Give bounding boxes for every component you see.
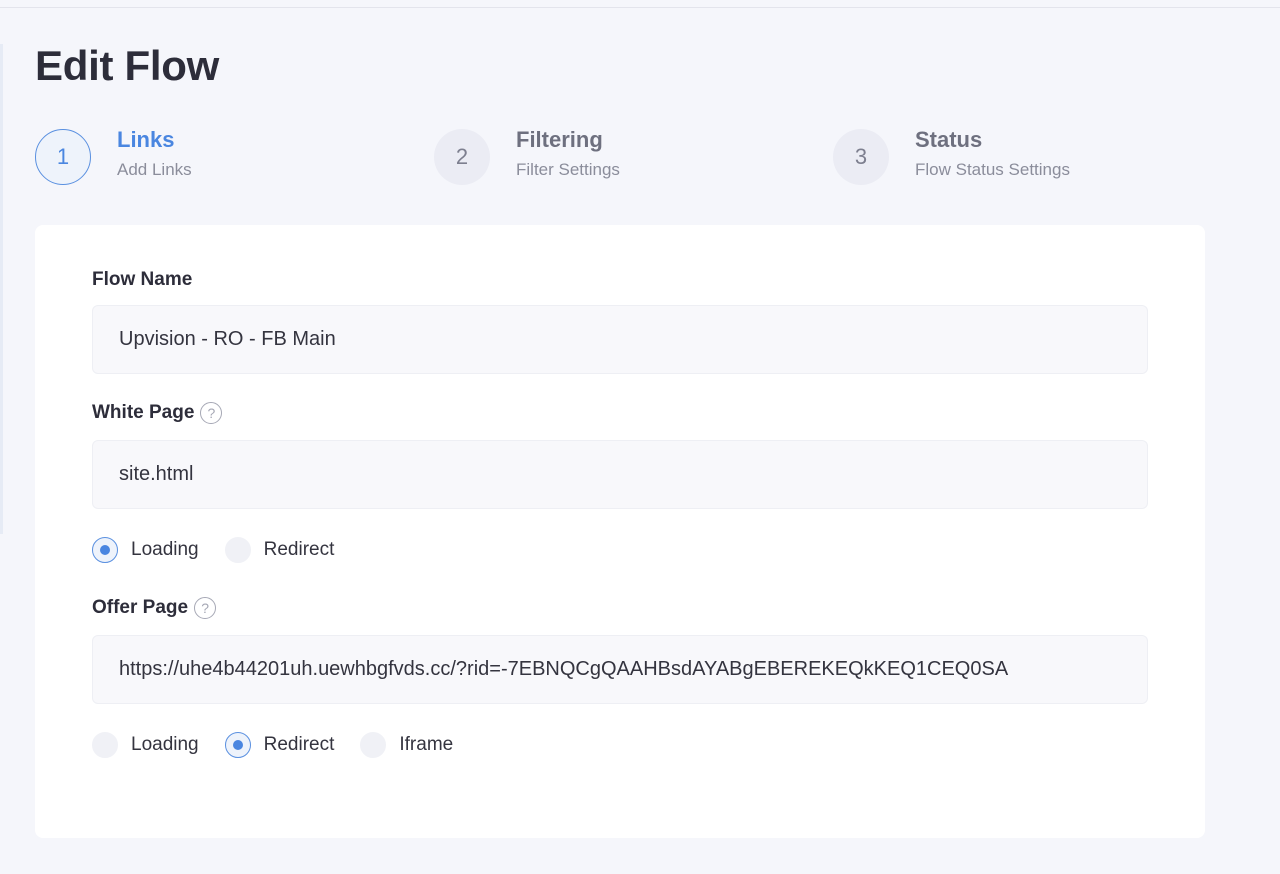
offer-page-label: Offer Page ? (92, 597, 217, 619)
radio-button[interactable] (360, 732, 387, 758)
flow-name-label: Flow Name (92, 269, 192, 291)
step-status[interactable]: 3 Status Flow Status Settings (833, 126, 1070, 185)
step-number-circle: 1 (35, 129, 91, 185)
form-card: Flow Name White Page ? Loading Redirect … (35, 225, 1205, 838)
radio-label: Loading (131, 539, 199, 560)
offer-page-label-text: Offer Page (92, 597, 189, 618)
step-number-circle: 2 (434, 129, 490, 185)
sidebar-edge (0, 44, 3, 534)
step-links[interactable]: 1 Links Add Links (35, 126, 192, 185)
radio-label: Redirect (263, 734, 335, 755)
radio-offer-iframe[interactable]: Iframe (360, 732, 453, 758)
radio-white-loading[interactable]: Loading (92, 537, 199, 563)
step-text: Links Add Links (117, 126, 192, 182)
radio-button[interactable] (92, 732, 118, 758)
top-divider (0, 0, 1280, 8)
step-subtitle: Add Links (117, 160, 192, 179)
radio-label: Loading (131, 734, 199, 755)
radio-offer-redirect[interactable]: Redirect (224, 732, 335, 758)
offer-page-input[interactable] (92, 635, 1148, 704)
step-number-circle: 3 (833, 129, 889, 185)
radio-label: Redirect (263, 539, 335, 560)
step-text: Filtering Filter Settings (516, 126, 620, 182)
step-subtitle: Filter Settings (516, 160, 620, 179)
page-title: Edit Flow (35, 42, 219, 89)
radio-white-redirect[interactable]: Redirect (224, 537, 335, 563)
radio-offer-loading[interactable]: Loading (92, 732, 199, 758)
flow-name-input[interactable] (92, 305, 1148, 374)
white-page-label-text: White Page (92, 402, 195, 423)
flow-name-label-text: Flow Name (92, 269, 193, 290)
stepper: 1 Links Add Links 2 Filtering Filter Set… (35, 126, 1205, 189)
offer-page-mode-radios: Loading Redirect Iframe (92, 730, 479, 760)
step-subtitle: Flow Status Settings (915, 160, 1070, 179)
step-filtering[interactable]: 2 Filtering Filter Settings (434, 126, 620, 185)
white-page-mode-radios: Loading Redirect (92, 535, 360, 565)
radio-button[interactable] (92, 537, 118, 563)
radio-button[interactable] (224, 732, 251, 758)
step-text: Status Flow Status Settings (915, 126, 1070, 182)
help-icon[interactable]: ? (194, 597, 217, 619)
step-title: Filtering (516, 127, 603, 152)
step-title: Status (915, 127, 983, 152)
radio-label: Iframe (399, 734, 454, 755)
radio-button[interactable] (224, 537, 251, 563)
help-icon[interactable]: ? (200, 402, 223, 424)
white-page-label: White Page ? (92, 402, 223, 424)
white-page-input[interactable] (92, 440, 1148, 509)
step-title: Links (117, 127, 175, 152)
